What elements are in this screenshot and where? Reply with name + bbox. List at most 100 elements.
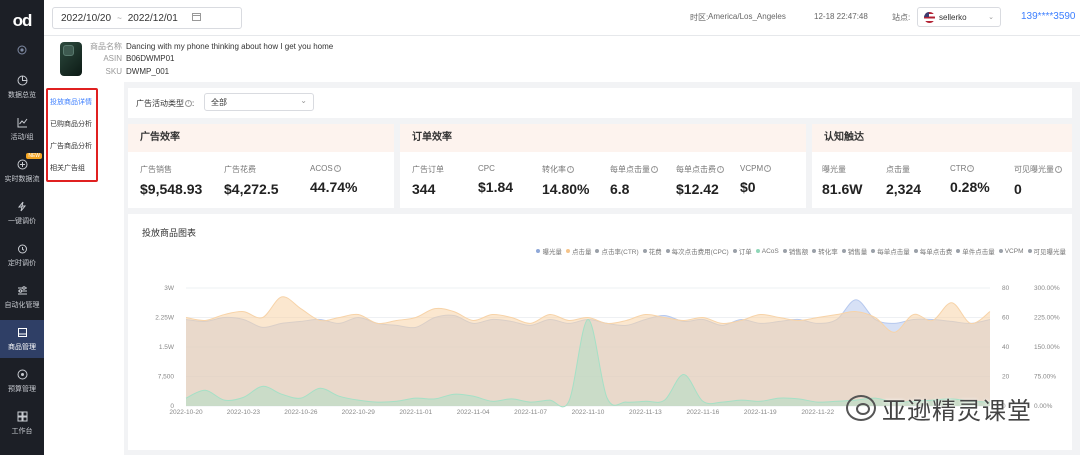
nav-item-label: 商品管理 [8, 343, 36, 351]
campaign-type-label: 广告活动类型 i: [136, 99, 195, 108]
range-separator-icon: ~ [117, 13, 122, 23]
nav-item-label: 预算管理 [8, 385, 36, 393]
metric-label: 广告订单 [412, 165, 444, 174]
filter-bar: 广告活动类型 i: 全部 ⌄ [128, 88, 1072, 118]
date-range-picker[interactable]: 2022/10/20 ~ 2022/12/01 [52, 7, 242, 29]
info-icon[interactable]: i [764, 165, 772, 173]
nav-item-realtime[interactable]: NEW 实时数据流 [0, 152, 44, 190]
date-end[interactable]: 2022/12/01 [128, 13, 178, 24]
x-tick-label: 2022-11-04 [457, 409, 490, 416]
nav-item-quick-bid[interactable]: 一键调价 [0, 194, 44, 232]
legend-dot-icon [732, 249, 737, 253]
legend-dot-icon [871, 249, 876, 253]
sku-label: SKU [105, 67, 122, 76]
nav-item-label: 一键调价 [8, 217, 36, 225]
legend-item[interactable]: 转化率 [812, 246, 838, 256]
metric-ctr: CTR i 0.28% [950, 164, 990, 195]
menu-toggle-icon[interactable] [0, 40, 44, 60]
info-icon[interactable]: i [1055, 166, 1062, 174]
chart-title: 投放商品图表 [142, 228, 197, 238]
legend-item[interactable]: 每单点击量 [871, 246, 910, 256]
y-left-tick-label: 1.5W [159, 344, 175, 351]
nav-item-label: 数据总览 [8, 91, 36, 99]
legend-label: 花费 [648, 249, 662, 256]
y-mid-tick-label: 20 [1002, 374, 1010, 381]
submenu-item-ad-product-analysis[interactable]: 广告商品分析 [50, 141, 120, 151]
product-thumbnail [60, 42, 82, 76]
card-order-efficiency: 订单效率 广告订单 344 CPC $1.84 转化率 i 14.80% 每单点击… [400, 124, 806, 208]
metric-acos: ACOS i 44.74% [310, 164, 357, 195]
nav-item-campaigns[interactable]: 活动/组 [0, 110, 44, 148]
user-account[interactable]: 139****3590 [1021, 11, 1076, 22]
y-left-tick-label: 2.25W [155, 315, 175, 322]
product-box-icon [16, 327, 28, 339]
legend-label: 单件点击量 [962, 249, 995, 256]
nav-item-products[interactable]: 商品管理 [0, 320, 44, 358]
date-start[interactable]: 2022/10/20 [61, 13, 111, 24]
legend-item[interactable]: VCPM [998, 246, 1024, 256]
legend-item[interactable]: 每次点击费用(CPC) [665, 246, 729, 256]
nav-item-budget[interactable]: 预算管理 [0, 362, 44, 400]
y-right-tick-label: 300.00% [1034, 285, 1060, 292]
submenu-item-related-ad-groups[interactable]: 相关广告组 [50, 163, 120, 173]
y-right-tick-label: 150.00% [1034, 344, 1060, 351]
app-logo[interactable]: od [0, 8, 44, 34]
legend-label: 转化率 [818, 249, 838, 256]
y-right-tick-label: 75.00% [1034, 374, 1056, 381]
metric-value: $1.84 [478, 179, 514, 195]
legend-item[interactable]: 每单点击费 [913, 246, 952, 256]
info-icon[interactable]: i [717, 166, 724, 174]
metric-value: 6.8 [610, 181, 630, 197]
legend-label: 销售额 [788, 249, 809, 256]
info-icon[interactable]: i [185, 100, 192, 108]
legend-label: VCPM [1004, 247, 1024, 255]
info-icon[interactable]: i [333, 165, 341, 173]
product-name-value: Dancing with my phone thinking about how… [126, 42, 334, 51]
y-left-tick-label: 3W [164, 285, 175, 292]
asin-label: ASIN [103, 54, 122, 63]
site-select[interactable]: sellerko ⌄ [917, 7, 1001, 27]
timezone-value: America/Los_Angeles [708, 12, 786, 21]
legend-item[interactable]: 订单 [732, 246, 752, 256]
legend-item[interactable]: 销售额 [782, 246, 809, 256]
legend-dot-icon [642, 249, 647, 253]
x-tick-label: 2022-10-20 [169, 409, 203, 416]
info-icon[interactable]: i [651, 166, 658, 174]
nav-item-workbench[interactable]: 工作台 [0, 404, 44, 442]
submenu-item-placement-detail[interactable]: 投放商品详情 [50, 97, 120, 107]
campaign-type-select[interactable]: 全部 ⌄ [204, 93, 314, 111]
metric-label: 曝光量 [822, 165, 846, 174]
metric-value: $9,548.93 [140, 181, 203, 197]
legend-label: 曝光量 [542, 249, 562, 256]
legend-item[interactable]: 单件点击量 [956, 246, 995, 256]
legend-item[interactable]: 销售量 [841, 246, 867, 256]
nav-item-label: 实时数据流 [4, 175, 40, 183]
legend-item[interactable]: 花费 [642, 246, 662, 256]
metric-label: ACOS i [310, 164, 357, 173]
metric-value: 81.6W [822, 181, 863, 197]
legend-label: 每次点击费用(CPC) [671, 249, 729, 256]
legend-item[interactable]: 点击量 [565, 246, 591, 256]
x-tick-label: 2022-10-29 [342, 409, 376, 416]
alarm-clock-icon [16, 243, 28, 255]
coin-icon [16, 369, 28, 381]
nav-item-overview[interactable]: 数据总览 [0, 68, 44, 106]
nav-item-scheduled-bid[interactable]: 定时调价 [0, 236, 44, 274]
info-icon[interactable]: i [567, 166, 574, 174]
submenu-item-purchased-analysis[interactable]: 已购商品分析 [50, 119, 120, 129]
legend-item[interactable]: ACoS [755, 246, 779, 256]
legend-dot-icon [1027, 249, 1032, 253]
new-badge: NEW [26, 153, 42, 159]
legend-dot-icon [782, 249, 787, 253]
legend-dot-icon [536, 249, 541, 253]
legend-dot-icon [665, 249, 670, 253]
legend-item[interactable]: 曝光量 [536, 246, 562, 256]
x-tick-label: 2022-11-16 [686, 409, 719, 416]
legend-item[interactable]: 点击率(CTR) [595, 246, 639, 256]
info-icon[interactable]: i [967, 165, 975, 173]
calendar-icon[interactable] [191, 12, 201, 24]
legend-item[interactable]: 可见曝光量 [1027, 246, 1066, 256]
card-awareness: 认知触达 曝光量 81.6W 点击量 2,324 CTR i 0.28% 可见曝光… [812, 124, 1072, 208]
asin-row: ASIN B06DWMP01 [88, 54, 408, 63]
nav-item-automation[interactable]: 自动化管理 [0, 278, 44, 316]
